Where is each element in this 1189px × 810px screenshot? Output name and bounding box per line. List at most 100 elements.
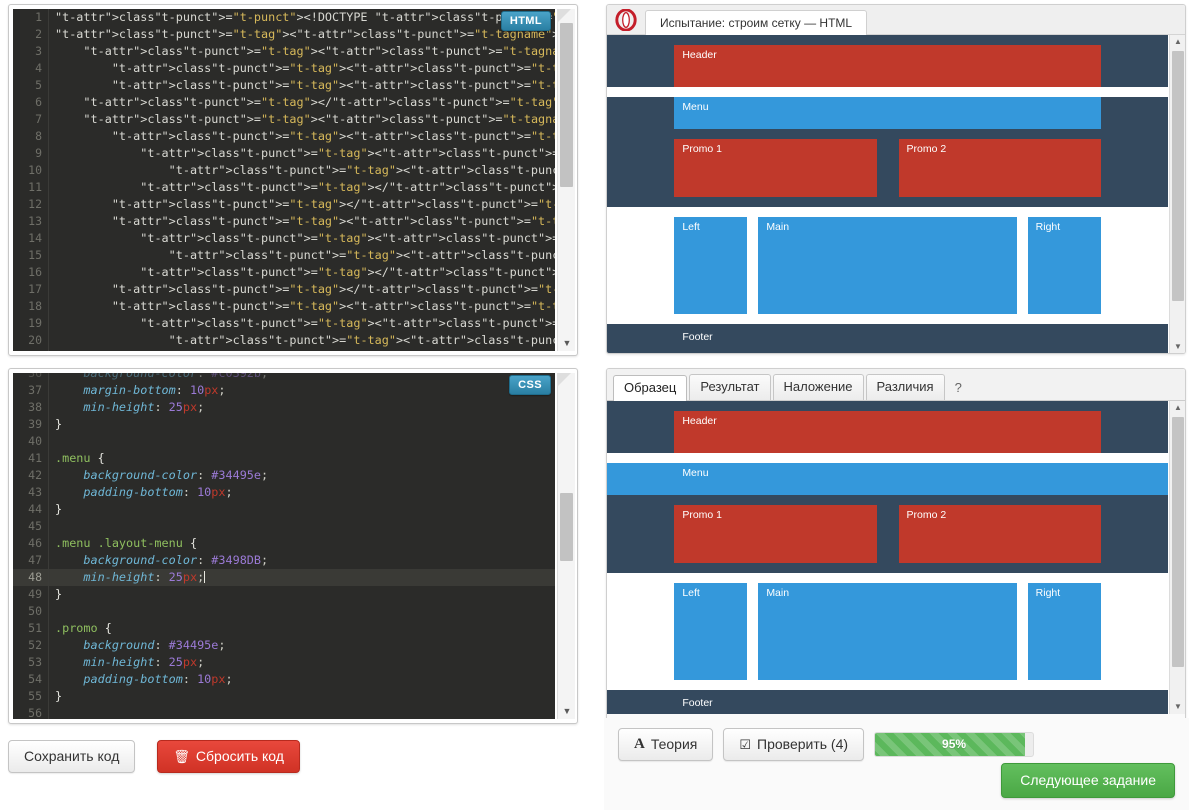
bottom-toolbar: A Теория ☑ Проверить (4) 95% Следующее з… [604, 718, 1189, 810]
code-line[interactable]: "t-attr">class"t-punct">="t-tag"><"t-att… [49, 213, 555, 230]
tab-overlay[interactable]: Наложение [773, 374, 864, 400]
html-code-lines[interactable]: "t-attr">class"t-punct">="t-punct"><!DOC… [49, 9, 555, 351]
code-line[interactable] [49, 433, 555, 450]
code-line[interactable]: padding-bottom: 10px; [49, 671, 555, 688]
code-line[interactable]: "t-attr">class"t-punct">="t-tag"></"t-at… [49, 264, 555, 281]
result-footer-band: Footer [607, 324, 1168, 354]
code-line[interactable]: margin-bottom: 10px; [49, 382, 555, 399]
code-line[interactable] [49, 705, 555, 719]
line-number: 38 [13, 399, 48, 416]
result-viewport-scrollbar[interactable]: ▲ ▼ [1169, 35, 1185, 354]
code-line[interactable] [49, 603, 555, 620]
sample-footer-band: Footer [607, 690, 1168, 714]
code-line[interactable]: background-color: #34495e; [49, 467, 555, 484]
tab-differences[interactable]: Различия [866, 374, 945, 400]
sample-scroll-up-arrow[interactable]: ▲ [1170, 401, 1185, 415]
sample-viewport-scrollbar[interactable]: ▲ ▼ [1169, 401, 1185, 714]
theory-button[interactable]: A Теория [618, 728, 713, 761]
check-button[interactable]: ☑ Проверить (4) [723, 728, 864, 761]
result-promo-band: Promo 1 Promo 2 [607, 139, 1168, 207]
code-line[interactable]: "t-attr">class"t-punct">="t-tag"><"t-att… [49, 332, 555, 349]
html-scroll-down-arrow[interactable]: ▼ [558, 335, 576, 351]
html-editor-scrollbar[interactable]: ▼ [557, 9, 575, 351]
code-line[interactable]: min-height: 25px; [49, 399, 555, 416]
sample-footer-block: Footer [674, 696, 1100, 714]
layout-positioner: Promo 1 Promo 2 [674, 505, 1100, 563]
code-line[interactable]: "t-attr">class"t-punct">="t-tag"><"t-att… [49, 298, 555, 315]
line-number: 48 [13, 569, 48, 586]
code-line[interactable]: "t-attr">class"t-punct">="t-tag"><"t-att… [49, 128, 555, 145]
help-question-icon[interactable]: ? [947, 376, 970, 400]
line-number: 37 [13, 382, 48, 399]
css-scrollbar-thumb[interactable] [560, 493, 573, 561]
code-line[interactable]: .promo { [49, 620, 555, 637]
line-number: 36 [13, 373, 48, 382]
line-number: 41 [13, 450, 48, 467]
code-line[interactable]: "t-attr">class"t-punct">="t-tag"><"t-att… [49, 77, 555, 94]
code-line[interactable]: background-color: #c0392b; [49, 373, 555, 382]
css-editor-scrollbar[interactable]: ▼ [557, 373, 575, 719]
code-line[interactable]: min-height: 25px; [49, 569, 555, 586]
code-line[interactable]: padding-bottom: 10px; [49, 484, 555, 501]
reset-code-button[interactable]: 🗑 Сбросить код [157, 740, 300, 773]
code-line[interactable]: "t-attr">class"t-punct">="t-tag"></"t-at… [49, 94, 555, 111]
progress-label: 95% [875, 733, 1033, 756]
code-line[interactable]: } [49, 501, 555, 518]
result-page-body: Header Menu Promo 1 Promo 2 [607, 35, 1168, 354]
next-task-button[interactable]: Следующее задание [1001, 763, 1175, 798]
code-line[interactable]: "t-attr">class"t-punct">="t-tag"><"t-att… [49, 349, 555, 351]
code-line[interactable]: "t-attr">class"t-punct">="t-tag"></"t-at… [49, 281, 555, 298]
code-line[interactable]: "t-attr">class"t-punct">="t-tag"><"t-att… [49, 26, 555, 43]
code-line[interactable]: } [49, 688, 555, 705]
result-header-band: Header [607, 35, 1168, 87]
css-code-lines[interactable]: background-color: #c0392b; margin-bottom… [49, 373, 555, 719]
line-number: 11 [13, 179, 48, 196]
save-code-label: Сохранить код [24, 749, 119, 764]
html-code-area[interactable]: 123456789101112131415161718192021 "t-att… [13, 9, 555, 351]
code-line[interactable]: "t-attr">class"t-punct">="t-tag"><"t-att… [49, 230, 555, 247]
code-line[interactable]: } [49, 586, 555, 603]
html-editor-panel[interactable]: HTML 123456789101112131415161718192021 "… [8, 4, 578, 356]
code-line[interactable]: "t-attr">class"t-punct">="t-tag"><"t-att… [49, 43, 555, 60]
code-line[interactable]: "t-attr">class"t-punct">="t-tag"><"t-att… [49, 162, 555, 179]
code-line[interactable]: min-height: 25px; [49, 654, 555, 671]
result-scroll-up-arrow[interactable]: ▲ [1170, 35, 1185, 49]
css-editor-panel[interactable]: CSS 363738394041424344454647484950515253… [8, 368, 578, 724]
code-line[interactable] [49, 518, 555, 535]
sample-scroll-down-arrow[interactable]: ▼ [1170, 700, 1185, 714]
code-line[interactable]: "t-attr">class"t-punct">="t-tag"></"t-at… [49, 196, 555, 213]
css-code-area[interactable]: 3637383940414243444546474849505152535455… [13, 373, 555, 719]
line-number: 12 [13, 196, 48, 213]
code-line[interactable]: "t-attr">class"t-punct">="t-tag"></"t-at… [49, 179, 555, 196]
code-line[interactable]: "t-attr">class"t-punct">="t-tag"><"t-att… [49, 60, 555, 77]
result-scroll-down-arrow[interactable]: ▼ [1170, 340, 1185, 354]
code-line[interactable]: "t-attr">class"t-punct">="t-tag"><"t-att… [49, 145, 555, 162]
tab-sample[interactable]: Образец [613, 375, 687, 401]
line-number: 19 [13, 315, 48, 332]
tab-result[interactable]: Результат [689, 374, 770, 400]
line-number: 52 [13, 637, 48, 654]
save-code-button[interactable]: Сохранить код [8, 740, 135, 773]
code-line[interactable]: .menu { [49, 450, 555, 467]
html-scrollbar-thumb[interactable] [560, 23, 573, 187]
sample-menu-block: Menu [674, 463, 1100, 495]
layout-positioner: Header [674, 45, 1100, 87]
result-scrollbar-thumb[interactable] [1172, 51, 1184, 301]
code-line[interactable]: "t-attr">class"t-punct">="t-punct"><!DOC… [49, 9, 555, 26]
line-number: 54 [13, 671, 48, 688]
result-menu-band: Menu [607, 97, 1168, 139]
next-task-label: Следующее задание [1020, 773, 1156, 788]
sample-scrollbar-thumb[interactable] [1172, 417, 1184, 667]
code-line[interactable]: } [49, 416, 555, 433]
panel-fold-corner [557, 9, 571, 23]
code-line[interactable]: background: #34495e; [49, 637, 555, 654]
css-language-badge: CSS [509, 375, 551, 395]
sample-promo-band: Promo 1 Promo 2 [607, 495, 1168, 573]
code-line[interactable]: "t-attr">class"t-punct">="t-tag"><"t-att… [49, 247, 555, 264]
code-line[interactable]: "t-attr">class"t-punct">="t-tag"><"t-att… [49, 111, 555, 128]
code-line[interactable]: "t-attr">class"t-punct">="t-tag"><"t-att… [49, 315, 555, 332]
css-scroll-down-arrow[interactable]: ▼ [558, 703, 576, 719]
code-line[interactable]: .menu .layout-menu { [49, 535, 555, 552]
browser-tab[interactable]: Испытание: строим сетку — HTML [645, 10, 867, 35]
code-line[interactable]: background-color: #3498DB; [49, 552, 555, 569]
